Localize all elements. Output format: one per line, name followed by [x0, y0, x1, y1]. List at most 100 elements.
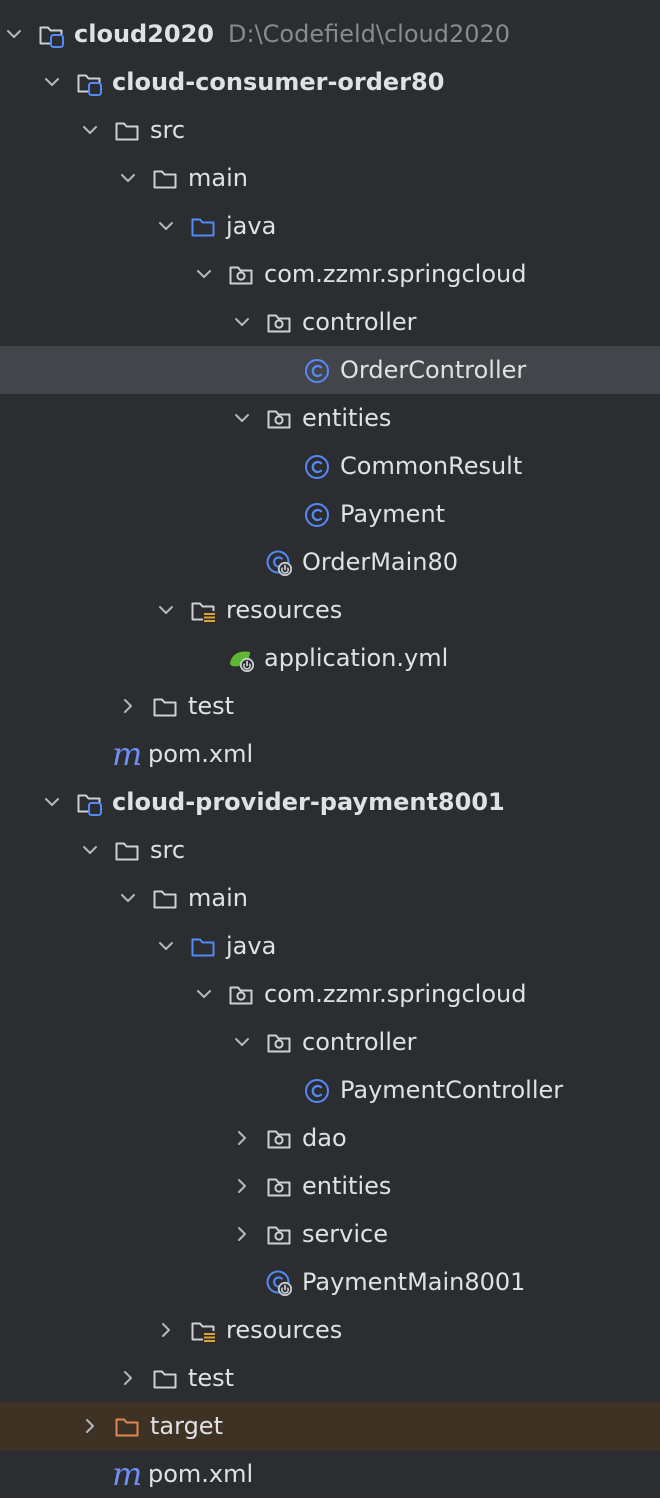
tree-item-label: cloud-consumer-order80: [112, 68, 445, 96]
chevron-down-icon[interactable]: [194, 264, 214, 284]
chevron-down-icon[interactable]: [232, 1032, 252, 1052]
tree-item-paymentcontroller[interactable]: PaymentController: [0, 1066, 660, 1114]
chevron-down-icon[interactable]: [194, 984, 214, 1004]
tree-item-cloud-consumer-order80[interactable]: cloud-consumer-order80: [0, 58, 660, 106]
package-folder-icon: [266, 1222, 292, 1248]
tree-item-label: main: [188, 164, 248, 192]
tree-item-service[interactable]: service: [0, 1210, 660, 1258]
tree-item-entities[interactable]: entities: [0, 1162, 660, 1210]
project-tree: cloud2020 D:\Codefield\cloud2020 cloud-con…: [0, 0, 660, 1492]
tree-item-payment[interactable]: Payment: [0, 490, 660, 538]
chevron-down-icon[interactable]: [156, 216, 176, 236]
chevron-right-icon[interactable]: [232, 1224, 252, 1244]
chevron-down-icon[interactable]: [118, 168, 138, 188]
tree-item-main[interactable]: main: [0, 154, 660, 202]
spring-boot-main-class-icon: [266, 550, 293, 577]
chevron-right-icon[interactable]: [156, 1320, 176, 1340]
tree-item-ordermain80[interactable]: OrderMain80: [0, 538, 660, 586]
tree-item-controller[interactable]: controller: [0, 298, 660, 346]
chevron-down-icon[interactable]: [42, 792, 62, 812]
module-folder-icon: [76, 70, 102, 96]
chevron-down-icon[interactable]: [4, 24, 24, 44]
chevron-down-icon[interactable]: [42, 72, 62, 92]
tree-item-label: OrderController: [340, 356, 527, 384]
chevron-right-icon[interactable]: [232, 1128, 252, 1148]
package-folder-icon: [228, 982, 254, 1008]
tree-item-src[interactable]: src: [0, 826, 660, 874]
spring-config-icon: [228, 646, 255, 673]
tree-item-label: entities: [302, 1172, 392, 1200]
folder-icon: [152, 886, 178, 912]
chevron-down-icon[interactable]: [80, 840, 100, 860]
chevron-down-icon[interactable]: [156, 936, 176, 956]
tree-item-ordercontroller[interactable]: OrderController: [0, 346, 660, 394]
tree-item-label: java: [226, 212, 277, 240]
chevron-right-icon[interactable]: [118, 696, 138, 716]
tree-item-package[interactable]: com.zzmr.springcloud: [0, 250, 660, 298]
resources-folder-icon: [190, 1318, 216, 1344]
tree-item-main[interactable]: main: [0, 874, 660, 922]
source-root-folder-icon: [190, 934, 216, 960]
chevron-right-icon[interactable]: [80, 1416, 100, 1436]
tree-item-label: PaymentMain8001: [302, 1268, 526, 1296]
tree-item-target[interactable]: target: [0, 1402, 660, 1450]
tree-item-resources[interactable]: resources: [0, 586, 660, 634]
tree-item-label: src: [150, 116, 186, 144]
tree-item-label: pom.xml: [148, 740, 254, 768]
folder-icon: [114, 838, 140, 864]
resources-folder-icon: [190, 598, 216, 624]
folder-icon: [114, 118, 140, 144]
tree-item-resources[interactable]: resources: [0, 1306, 660, 1354]
tree-item-label: main: [188, 884, 248, 912]
tree-item-java[interactable]: java: [0, 922, 660, 970]
tree-item-dao[interactable]: dao: [0, 1114, 660, 1162]
tree-item-label: Payment: [340, 500, 446, 528]
tree-item-package[interactable]: com.zzmr.springcloud: [0, 970, 660, 1018]
excluded-folder-icon: [114, 1414, 140, 1440]
tree-item-test[interactable]: test: [0, 682, 660, 730]
tree-item-label: resources: [226, 596, 343, 624]
chevron-right-icon[interactable]: [118, 1368, 138, 1388]
chevron-down-icon[interactable]: [232, 408, 252, 428]
folder-icon: [152, 166, 178, 192]
tree-item-paymentmain8001[interactable]: PaymentMain8001: [0, 1258, 660, 1306]
tree-item-entities[interactable]: entities: [0, 394, 660, 442]
tree-item-label: src: [150, 836, 186, 864]
chevron-down-icon[interactable]: [118, 888, 138, 908]
package-folder-icon: [266, 1030, 292, 1056]
tree-item-label: resources: [226, 1316, 343, 1344]
folder-icon: [152, 694, 178, 720]
tree-item-label: test: [188, 692, 235, 720]
tree-item-cloud-provider-payment8001[interactable]: cloud-provider-payment8001: [0, 778, 660, 826]
project-path: D:\Codefield\cloud2020: [228, 20, 511, 48]
folder-icon: [152, 1366, 178, 1392]
module-folder-icon: [76, 790, 102, 816]
tree-item-label: application.yml: [264, 644, 449, 672]
tree-item-pom-xml[interactable]: m pom.xml: [0, 1450, 660, 1498]
tree-item-commonresult[interactable]: CommonResult: [0, 442, 660, 490]
spring-boot-main-class-icon: [266, 1270, 293, 1297]
tree-item-label: entities: [302, 404, 392, 432]
chevron-right-icon[interactable]: [232, 1176, 252, 1196]
tree-item-pom-xml[interactable]: m pom.xml: [0, 730, 660, 778]
tree-item-label: cloud2020: [74, 20, 215, 48]
chevron-down-icon[interactable]: [80, 120, 100, 140]
java-class-icon: [304, 1078, 330, 1104]
java-class-icon: [304, 502, 330, 528]
tree-item-label: com.zzmr.springcloud: [264, 980, 527, 1008]
tree-item-label: target: [150, 1412, 223, 1440]
tree-item-src[interactable]: src: [0, 106, 660, 154]
java-class-icon: [304, 358, 330, 384]
tree-item-test[interactable]: test: [0, 1354, 660, 1402]
package-folder-icon: [266, 406, 292, 432]
tree-item-label: CommonResult: [340, 452, 523, 480]
chevron-down-icon[interactable]: [232, 312, 252, 332]
tree-item-application-yml[interactable]: application.yml: [0, 634, 660, 682]
chevron-down-icon[interactable]: [156, 600, 176, 620]
tree-item-controller[interactable]: controller: [0, 1018, 660, 1066]
package-folder-icon: [266, 310, 292, 336]
tree-item-java[interactable]: java: [0, 202, 660, 250]
tree-item-label: OrderMain80: [302, 548, 459, 576]
tree-item-cloud2020[interactable]: cloud2020 D:\Codefield\cloud2020: [0, 10, 660, 58]
tree-item-label: controller: [302, 1028, 417, 1056]
